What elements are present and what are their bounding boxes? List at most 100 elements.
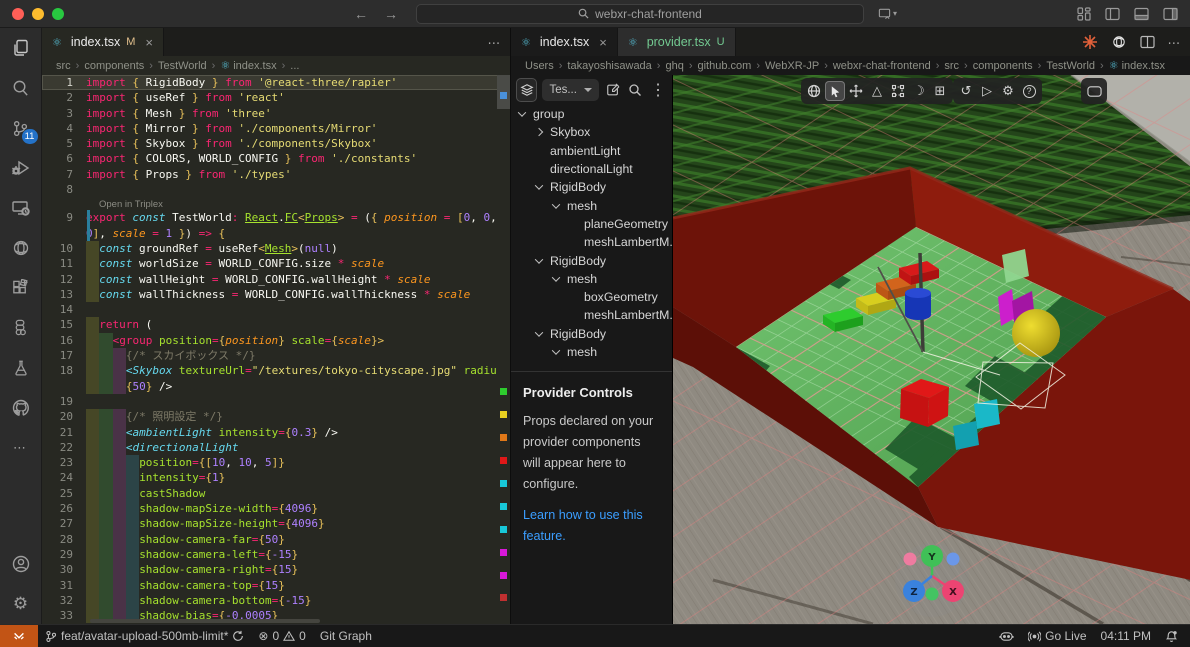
settings-gear-icon[interactable]: ⚙ xyxy=(998,81,1018,101)
breadcrumb-item[interactable]: Users xyxy=(525,60,554,72)
code-line[interactable]: 22<directionalLight xyxy=(42,440,510,455)
code-line[interactable]: 0], scale = 1 }) => { xyxy=(42,226,510,241)
scene-select[interactable]: Tes... xyxy=(542,79,598,101)
git-branch-item[interactable]: feat/avatar-upload-500mb-limit* xyxy=(38,625,251,647)
code-line[interactable]: 15return ( xyxy=(42,317,510,332)
extensions-icon[interactable] xyxy=(0,268,42,308)
code-line[interactable]: 16<group position={position} scale={scal… xyxy=(42,333,510,348)
code-line[interactable]: 11const worldSize = WORLD_CONFIG.size * … xyxy=(42,256,510,271)
close-window-button[interactable] xyxy=(12,8,24,20)
breadcrumb-item[interactable]: github.com xyxy=(698,60,752,72)
transform-tool-icon[interactable] xyxy=(888,81,908,101)
code-line[interactable]: 5import { Skybox } from './components/Sk… xyxy=(42,136,510,151)
close-tab-icon[interactable]: × xyxy=(599,35,607,50)
code-line[interactable]: 19 xyxy=(42,394,510,409)
openai-icon[interactable] xyxy=(1111,34,1127,50)
close-tab-icon[interactable]: × xyxy=(145,35,153,50)
tree-item-mesh[interactable]: mesh xyxy=(511,196,672,214)
code-line[interactable]: 27shadow-mapSize-height={4096} xyxy=(42,516,510,531)
undo-icon[interactable]: ↺ xyxy=(956,81,976,101)
breadcrumb-item[interactable]: TestWorld xyxy=(1046,60,1095,72)
code-line[interactable]: 26shadow-mapSize-width={4096} xyxy=(42,501,510,516)
chevron-down-icon[interactable] xyxy=(535,255,543,263)
grid-panels-icon[interactable]: ⊞ xyxy=(930,81,950,101)
blue-cylinder[interactable] xyxy=(905,288,931,320)
help-icon[interactable]: ? xyxy=(1019,81,1039,101)
chevron-down-icon[interactable] xyxy=(552,200,560,208)
breadcrumb-item[interactable]: components xyxy=(84,60,144,72)
chevron-down-icon[interactable] xyxy=(518,108,526,116)
code-line[interactable]: 10const groundRef = useRef<Mesh>(null) xyxy=(42,241,510,256)
tab-index-tsx-left[interactable]: ⚛ index.tsx M × xyxy=(42,28,164,56)
code-line[interactable]: 8 xyxy=(42,182,510,197)
notifications-item[interactable] xyxy=(1158,630,1190,643)
breadcrumb-item[interactable]: TestWorld xyxy=(158,60,207,72)
code-line[interactable]: 29shadow-camera-left={-15} xyxy=(42,547,510,562)
breadcrumb-item[interactable]: index.tsx xyxy=(1122,60,1165,72)
breadcrumb-item[interactable]: webxr-chat-frontend xyxy=(833,60,931,72)
code-line[interactable]: 23position={[10, 10, 5]} xyxy=(42,455,510,470)
minimize-window-button[interactable] xyxy=(32,8,44,20)
code-line[interactable]: 32shadow-camera-bottom={-15} xyxy=(42,593,510,608)
breadcrumb-item[interactable]: index.tsx xyxy=(233,60,276,72)
tree-item-ambientlight[interactable]: ambientLight xyxy=(511,142,672,160)
chevron-down-icon[interactable] xyxy=(535,328,543,336)
tree-item-mesh[interactable]: mesh xyxy=(511,343,672,361)
code-line[interactable]: 20{/* 照明設定 */} xyxy=(42,409,510,424)
split-editor-icon[interactable] xyxy=(1140,35,1155,49)
code-line[interactable]: 25castShadow xyxy=(42,486,510,501)
manage-remote-button[interactable]: ▾ xyxy=(878,7,897,20)
breadcrumb-item[interactable]: ghq xyxy=(665,60,683,72)
code-line[interactable]: 14 xyxy=(42,302,510,317)
tree-item-rigidbody[interactable]: RigidBody xyxy=(511,325,672,343)
code-line[interactable]: 28shadow-camera-far={50} xyxy=(42,532,510,547)
code-line[interactable]: 2import { useRef } from 'react' xyxy=(42,90,510,105)
horizontal-scrollbar[interactable] xyxy=(90,619,320,623)
editor-actions-more-icon[interactable]: ⋯ xyxy=(488,35,501,50)
breadcrumb[interactable]: Users›takayoshisawada›ghq›github.com›Web… xyxy=(511,56,1190,75)
breadcrumb[interactable]: src›components›TestWorld›⚛index.tsx›... xyxy=(42,56,510,75)
sync-icon[interactable] xyxy=(232,630,244,642)
toggle-primary-sidebar-icon[interactable] xyxy=(1105,7,1120,21)
triplex-viewport[interactable]: Y X Z △ ☽ xyxy=(673,75,1190,624)
testing-beaker-icon[interactable] xyxy=(0,348,42,388)
tree-item-planegeometry[interactable]: planeGeometry xyxy=(511,215,672,233)
globe-icon[interactable] xyxy=(804,81,824,101)
pointer-tool-icon[interactable] xyxy=(825,81,845,101)
starburst-icon[interactable] xyxy=(1082,34,1098,50)
breadcrumb-item[interactable]: src xyxy=(944,60,959,72)
tab-provider-tsx[interactable]: ⚛ provider.tsx U xyxy=(618,28,736,56)
overview-ruler[interactable] xyxy=(497,75,510,624)
run-debug-icon[interactable] xyxy=(0,148,42,188)
code-line[interactable]: 21<ambientLight intensity={0.3} /> xyxy=(42,425,510,440)
toggle-panel-icon[interactable] xyxy=(1134,7,1149,21)
openai-extension-icon[interactable] xyxy=(0,228,42,268)
account-icon[interactable] xyxy=(0,544,42,584)
yellow-sphere[interactable] xyxy=(1012,309,1060,357)
github-icon[interactable] xyxy=(0,388,42,428)
breadcrumb-item[interactable]: src xyxy=(56,60,71,72)
new-file-icon[interactable] xyxy=(604,79,622,101)
breadcrumb-item[interactable]: ... xyxy=(290,60,299,72)
code-line[interactable]: 30shadow-camera-right={15} xyxy=(42,562,510,577)
tree-item-mesh[interactable]: mesh xyxy=(511,270,672,288)
move-tool-icon[interactable] xyxy=(846,81,866,101)
copilot-item[interactable] xyxy=(992,630,1021,643)
tab-index-tsx-right[interactable]: ⚛ index.tsx × xyxy=(511,28,618,56)
code-line[interactable]: 24intensity={1} xyxy=(42,470,510,485)
command-center-search[interactable]: webxr-chat-frontend xyxy=(416,4,864,24)
scale-tool-icon[interactable]: △ xyxy=(867,81,887,101)
code-line[interactable]: 13const wallThickness = WORLD_CONFIG.wal… xyxy=(42,287,510,302)
search-icon[interactable] xyxy=(627,79,645,101)
settings-gear-icon[interactable]: ⚙ xyxy=(0,584,42,624)
code-line[interactable]: 9export const TestWorld: React.FC<Props>… xyxy=(42,210,510,225)
tree-item-skybox[interactable]: Skybox xyxy=(511,123,672,141)
tree-item-group[interactable]: group xyxy=(511,105,672,123)
tree-item-meshlambertm[interactable]: meshLambertM... xyxy=(511,233,672,251)
search-sidebar-icon[interactable] xyxy=(0,68,42,108)
chevron-down-icon[interactable] xyxy=(535,182,543,190)
go-live-item[interactable]: Go Live xyxy=(1021,629,1093,643)
code-line[interactable]: 12const wallHeight = WORLD_CONFIG.wallHe… xyxy=(42,272,510,287)
code-editor[interactable]: 1import { RigidBody } from '@react-three… xyxy=(42,75,510,624)
scene-canvas[interactable]: Y X Z xyxy=(673,75,1190,624)
